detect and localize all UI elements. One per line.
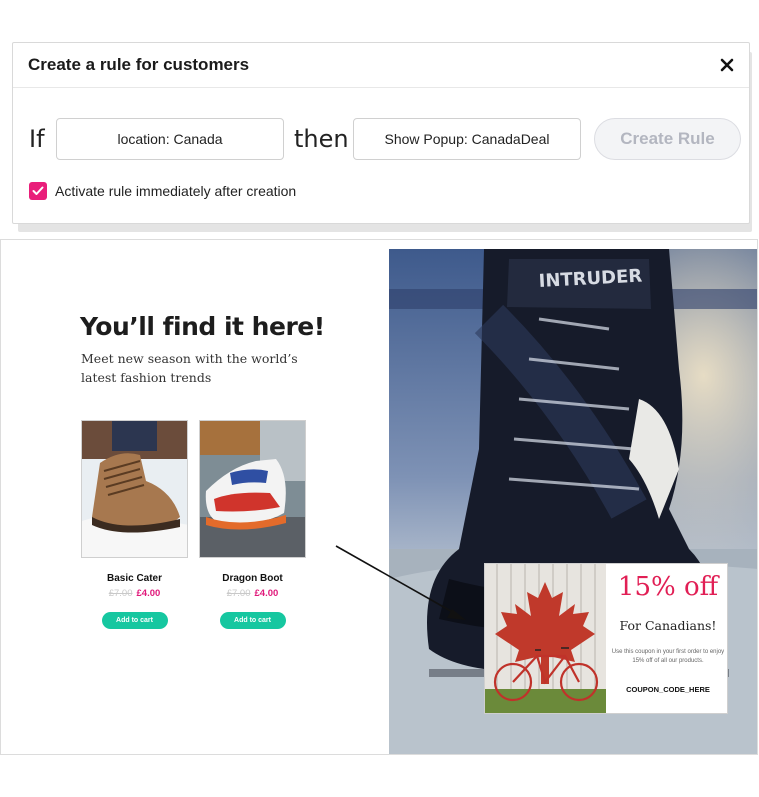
action-field[interactable]: Show Popup: CanadaDeal (353, 118, 581, 160)
new-price: £4.00 (254, 588, 279, 599)
old-price: £7.00 (226, 588, 251, 599)
then-label: then (294, 125, 349, 153)
dialog-title: Create a rule for customers (28, 55, 250, 74)
check-icon (32, 186, 44, 195)
coupon-code[interactable]: COUPON_CODE_HERE (607, 685, 727, 694)
store-page-preview: You’ll find it here! Meet new season wit… (0, 239, 758, 755)
product-image-sneaker[interactable] (199, 420, 306, 558)
new-price: £4.00 (136, 588, 161, 599)
create-rule-button[interactable]: Create Rule (594, 118, 741, 160)
price-row: £7.00 £4.00 (81, 588, 188, 599)
activate-rule-row[interactable]: Activate rule immediately after creation (29, 181, 296, 201)
popup-image-canada-flag (485, 564, 606, 713)
create-rule-dialog: Create a rule for customers If location:… (12, 42, 750, 224)
rule-row: If location: Canada then Show Popup: Can… (13, 118, 749, 160)
activate-checkbox[interactable] (29, 182, 47, 200)
product-card: Basic Cater £7.00 £4.00 Add to cart (81, 420, 188, 629)
popup-discount: 15% off (617, 572, 719, 602)
activate-label: Activate rule immediately after creation (55, 183, 297, 199)
product-name: Basic Cater (106, 573, 163, 584)
dialog-header: Create a rule for customers (13, 43, 749, 88)
add-to-cart-button[interactable]: Add to cart (101, 612, 168, 629)
hero-subtitle: Meet new season with the world’s latest … (81, 351, 298, 385)
price-row: £7.00 £4.00 (199, 588, 306, 599)
old-price: £7.00 (108, 588, 133, 599)
condition-field[interactable]: location: Canada (56, 118, 284, 160)
product-card: Dragon Boot £7.00 £4.00 Add to cart (199, 420, 306, 629)
hero-title: You’ll find it here! (80, 312, 325, 341)
product-image-brown-boot[interactable] (81, 420, 188, 558)
if-label: If (29, 125, 45, 153)
popup-headline: For Canadians! (619, 618, 717, 633)
canada-deal-popup: 15% off For Canadians! Use this coupon i… (484, 563, 728, 714)
close-icon[interactable] (717, 54, 737, 76)
product-name: Dragon Boot (222, 573, 283, 584)
popup-body-text: Use this coupon in your first order to e… (611, 649, 725, 664)
add-to-cart-button[interactable]: Add to cart (219, 612, 286, 629)
